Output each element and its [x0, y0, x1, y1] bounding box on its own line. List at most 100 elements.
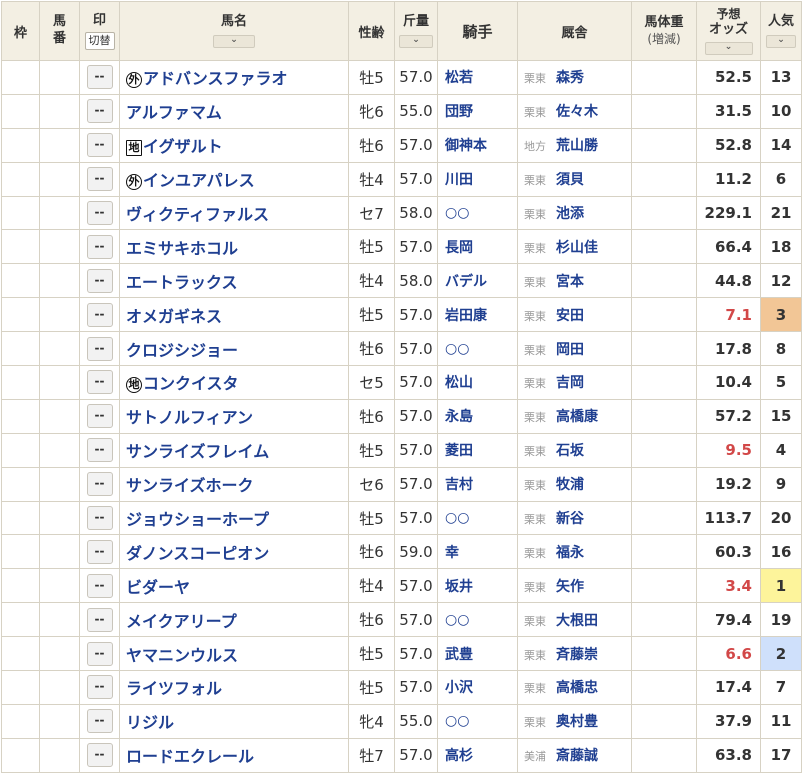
mark-button[interactable]: --	[86, 65, 113, 90]
header-odds[interactable]: 予想 オッズ ⌄	[696, 1, 761, 61]
mark-button[interactable]: --	[86, 438, 113, 463]
horse-name-link[interactable]: サンライズフレイム	[126, 442, 269, 461]
horse-name-cell[interactable]: エミサキホコル	[119, 229, 349, 265]
horse-name-link[interactable]: ライツフォル	[126, 679, 222, 698]
trainer-link[interactable]: 吉岡	[556, 375, 584, 391]
trainer-link[interactable]: 高橋忠	[556, 680, 598, 696]
trainer-link[interactable]: 宮本	[556, 274, 584, 290]
jockey-cell[interactable]: 高杉	[437, 737, 518, 773]
horse-name-link[interactable]: ヤマニンウルス	[126, 646, 238, 665]
trainer-link[interactable]: 福永	[556, 545, 584, 561]
horse-name-link[interactable]: ダノンスコーピオン	[126, 544, 269, 563]
horse-name-cell[interactable]: 外アドバンスファラオ	[119, 60, 349, 95]
horse-name-cell[interactable]: 外インユアパレス	[119, 161, 349, 197]
horse-name-link[interactable]: インユアパレス	[143, 171, 255, 190]
jockey-cell[interactable]: ○○	[437, 331, 518, 367]
trainer-link[interactable]: 安田	[556, 308, 584, 324]
mark-button[interactable]: --	[86, 234, 113, 259]
horse-name-cell[interactable]: ジョウショーホープ	[119, 500, 349, 536]
horse-name-link[interactable]: ジョウショーホープ	[126, 510, 269, 529]
jockey-link[interactable]: ○○	[445, 341, 469, 357]
jockey-link[interactable]: 永島	[445, 409, 473, 425]
jockey-cell[interactable]: ○○	[437, 195, 518, 231]
horse-name-link[interactable]: サンライズホーク	[126, 476, 254, 495]
trainer-link[interactable]: 石坂	[556, 443, 584, 459]
mark-button[interactable]: --	[86, 539, 113, 564]
jockey-cell[interactable]: 坂井	[437, 568, 518, 604]
horse-name-cell[interactable]: サトノルフィアン	[119, 398, 349, 434]
horse-name-link[interactable]: ビダーヤ	[126, 578, 190, 597]
sort-weight-button[interactable]: ⌄	[399, 34, 433, 48]
horse-name-cell[interactable]: エートラックス	[119, 263, 349, 299]
jockey-link[interactable]: 松山	[445, 375, 473, 391]
jockey-cell[interactable]: 松山	[437, 365, 518, 400]
jockey-link[interactable]: 岩田康	[445, 308, 487, 324]
jockey-cell[interactable]: 岩田康	[437, 297, 518, 333]
jockey-cell[interactable]: 永島	[437, 398, 518, 434]
horse-name-cell[interactable]: ヤマニンウルス	[119, 636, 349, 672]
mark-button[interactable]: --	[86, 573, 113, 598]
jockey-cell[interactable]: 団野	[437, 93, 518, 129]
horse-name-link[interactable]: アルファマム	[126, 103, 222, 122]
trainer-link[interactable]: 須貝	[556, 172, 584, 188]
sort-popularity-button[interactable]: ⌄	[766, 34, 796, 48]
horse-name-cell[interactable]: メイクアリープ	[119, 602, 349, 638]
trainer-link[interactable]: 新谷	[556, 511, 584, 527]
jockey-link[interactable]: ○○	[445, 510, 469, 526]
horse-name-link[interactable]: リジル	[126, 713, 174, 732]
jockey-link[interactable]: 小沢	[445, 680, 473, 696]
horse-name-cell[interactable]: リジル	[119, 703, 349, 739]
horse-name-cell[interactable]: ライツフォル	[119, 670, 349, 705]
horse-name-cell[interactable]: オメガギネス	[119, 297, 349, 333]
jockey-cell[interactable]: ○○	[437, 703, 518, 739]
horse-name-link[interactable]: サトノルフィアン	[126, 408, 253, 427]
mark-button[interactable]: --	[86, 641, 113, 666]
horse-name-link[interactable]: ロードエクレール	[126, 747, 254, 766]
horse-name-cell[interactable]: 地イグザルト	[119, 127, 349, 163]
trainer-link[interactable]: 大根田	[556, 613, 598, 629]
jockey-cell[interactable]: 長岡	[437, 229, 518, 265]
horse-name-link[interactable]: ヴィクティファルス	[126, 205, 269, 224]
trainer-link[interactable]: 牧浦	[556, 477, 584, 493]
horse-name-cell[interactable]: ヴィクティファルス	[119, 195, 349, 231]
jockey-cell[interactable]: バデル	[437, 263, 518, 299]
trainer-link[interactable]: 斎藤誠	[556, 748, 598, 764]
mark-button[interactable]: --	[86, 167, 113, 192]
trainer-link[interactable]: 佐々木	[556, 104, 598, 120]
jockey-link[interactable]: バデル	[445, 274, 487, 290]
mark-button[interactable]: --	[86, 336, 113, 361]
mark-toggle-button[interactable]: 切替	[84, 31, 115, 50]
jockey-cell[interactable]: 菱田	[437, 432, 518, 468]
mark-button[interactable]: --	[86, 201, 113, 225]
jockey-link[interactable]: 坂井	[445, 579, 473, 595]
jockey-cell[interactable]: 川田	[437, 161, 518, 197]
mark-button[interactable]: --	[86, 506, 113, 531]
mark-button[interactable]: --	[86, 370, 113, 395]
jockey-link[interactable]: 幸	[445, 545, 459, 561]
horse-name-link[interactable]: クロジシジョー	[126, 341, 238, 360]
mark-button[interactable]: --	[86, 675, 113, 700]
trainer-link[interactable]: 池添	[556, 206, 584, 222]
mark-button[interactable]: --	[86, 133, 113, 158]
jockey-link[interactable]: 川田	[445, 172, 473, 188]
mark-button[interactable]: --	[86, 743, 113, 768]
horse-name-link[interactable]: アドバンスファラオ	[143, 69, 287, 88]
horse-name-cell[interactable]: サンライズフレイム	[119, 432, 349, 468]
jockey-cell[interactable]: 小沢	[437, 670, 518, 705]
horse-name-cell[interactable]: ロードエクレール	[119, 737, 349, 773]
trainer-link[interactable]: 荒山勝	[556, 138, 598, 154]
jockey-cell[interactable]: 幸	[437, 534, 518, 570]
horse-name-link[interactable]: メイクアリープ	[126, 612, 237, 631]
trainer-link[interactable]: 奥村豊	[556, 714, 598, 730]
sort-odds-button[interactable]: ⌄	[704, 42, 753, 56]
header-popularity[interactable]: 人気 ⌄	[760, 1, 802, 61]
horse-name-link[interactable]: オメガギネス	[126, 307, 222, 326]
trainer-link[interactable]: 杉山佳	[556, 240, 598, 256]
horse-name-link[interactable]: イグザルト	[143, 137, 223, 156]
mark-button[interactable]: --	[86, 472, 113, 497]
trainer-link[interactable]: 岡田	[556, 342, 584, 358]
mark-button[interactable]: --	[86, 302, 113, 327]
trainer-link[interactable]: 矢作	[556, 579, 584, 595]
mark-button[interactable]: --	[86, 404, 113, 429]
jockey-cell[interactable]: 吉村	[437, 466, 518, 502]
